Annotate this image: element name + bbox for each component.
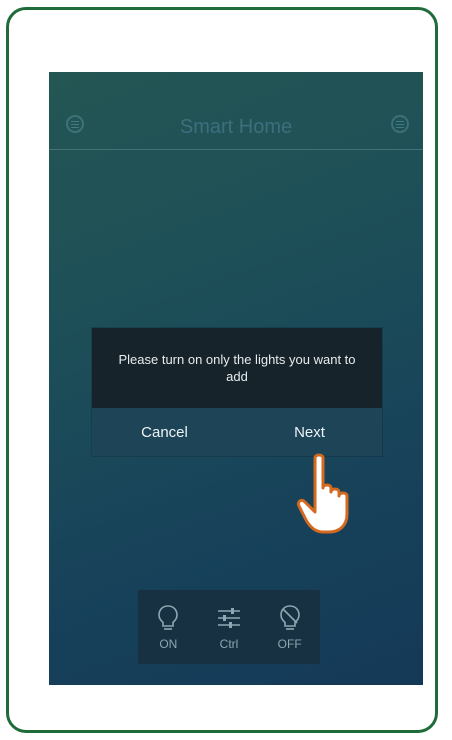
off-label: OFF [277, 637, 302, 651]
app-title: Smart Home [179, 116, 293, 138]
bulb-off-icon [279, 605, 300, 630]
phone-screen: Smart Home Please turn on only the light… [49, 72, 423, 685]
off-button[interactable]: OFF [259, 590, 320, 664]
app-header: Smart Home [49, 72, 423, 150]
sliders-icon [218, 608, 240, 628]
ctrl-label: Ctrl [219, 637, 239, 651]
next-button[interactable]: Next [237, 408, 382, 456]
cancel-button[interactable]: Cancel [92, 408, 237, 456]
dialog-message: Please turn on only the lights you want … [92, 328, 382, 408]
dialog-actions: Cancel Next [92, 408, 382, 456]
ctrl-button[interactable]: Ctrl [199, 590, 260, 664]
bottom-toolbar: ON Ctrl OFF [138, 590, 320, 664]
list-icon[interactable] [391, 115, 409, 133]
bulb-icon [158, 605, 179, 630]
pointing-hand-icon [297, 453, 349, 534]
add-lights-dialog: Please turn on only the lights you want … [92, 328, 382, 456]
on-button[interactable]: ON [138, 590, 199, 664]
dialog-message-text: Please turn on only the lights you want … [118, 352, 356, 384]
on-label: ON [159, 637, 178, 651]
